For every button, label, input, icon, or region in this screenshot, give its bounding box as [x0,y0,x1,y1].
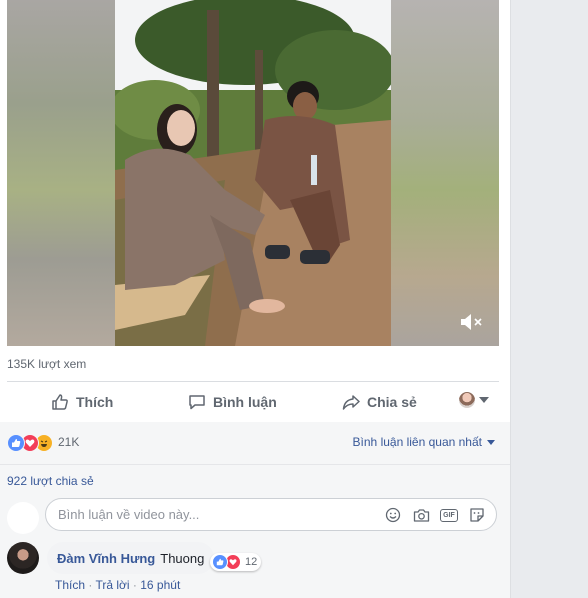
shares-bar: 922 lượt chia sẻ [0,464,510,495]
post-actions: Thích Bình luận Chia sẻ [7,382,499,422]
like-button[interactable]: Thích [51,382,113,422]
thumbs-up-icon [52,394,68,410]
comment-author[interactable]: Đàm Vĩnh Hưng [57,551,155,566]
page-background [510,0,588,598]
comment-reactions[interactable]: 12 [210,553,262,571]
reactions-bar: 21K Bình luận liên quan nhất [0,422,510,464]
avatar[interactable] [7,542,39,574]
avatar [459,392,475,408]
chevron-down-icon [487,439,495,445]
comment-meta: Thích · Trả lời · 16 phút [55,578,180,592]
video-blur-left [7,0,115,346]
video-frame [115,0,391,346]
comment-reaction-count: 12 [245,556,258,568]
comment-text: Thuong [160,550,205,566]
share-count-link[interactable]: 922 lượt chia sẻ [7,474,94,488]
avatar [7,502,39,534]
video-blur-right [391,0,499,346]
comment-label: Bình luận [213,394,277,410]
comment-item: Đàm Vĩnh Hưng Thuong 12 Thích · Trả lời … [7,542,507,598]
gif-icon[interactable]: GIF [440,506,458,524]
like-reaction-icon[interactable] [7,434,25,452]
video-post-card: 135K lượt xem Thích Bình luận Chia sẻ 21… [0,0,510,598]
post-as-selector[interactable] [459,392,489,408]
comment-sort-dropdown[interactable]: Bình luận liên quan nhất [353,435,495,449]
share-button[interactable]: Chia sẻ [342,382,417,422]
comment-like-link[interactable]: Thích [55,578,85,592]
comment-bubble: Đàm Vĩnh Hưng Thuong [47,542,215,574]
comment-reply-link[interactable]: Trả lời [95,578,129,592]
comment-input[interactable]: Bình luận về video này... GIF [45,498,497,531]
composer-tools: GIF [374,506,486,524]
view-count: 135K lượt xem [7,357,87,371]
comment-icon [189,395,205,410]
sticker-icon[interactable] [468,506,486,524]
comment-input-placeholder: Bình luận về video này... [58,507,200,522]
emoji-icon[interactable] [384,506,402,524]
comments-section: Bình luận về video này... GIF Đàm Vĩnh H… [0,494,510,598]
share-label: Chia sẻ [367,394,417,410]
like-reaction-icon [212,554,228,570]
comment-timestamp[interactable]: 16 phút [140,578,180,592]
separator: · [129,578,141,592]
chevron-down-icon [479,397,489,403]
separator: · [85,578,96,592]
mute-icon[interactable] [459,312,485,332]
sort-label: Bình luận liên quan nhất [352,435,482,449]
video-player[interactable] [7,0,499,346]
camera-icon[interactable] [412,506,430,524]
comment-button[interactable]: Bình luận [188,382,277,422]
reaction-count[interactable]: 21K [58,435,79,449]
like-label: Thích [76,394,114,410]
share-icon [342,395,360,410]
